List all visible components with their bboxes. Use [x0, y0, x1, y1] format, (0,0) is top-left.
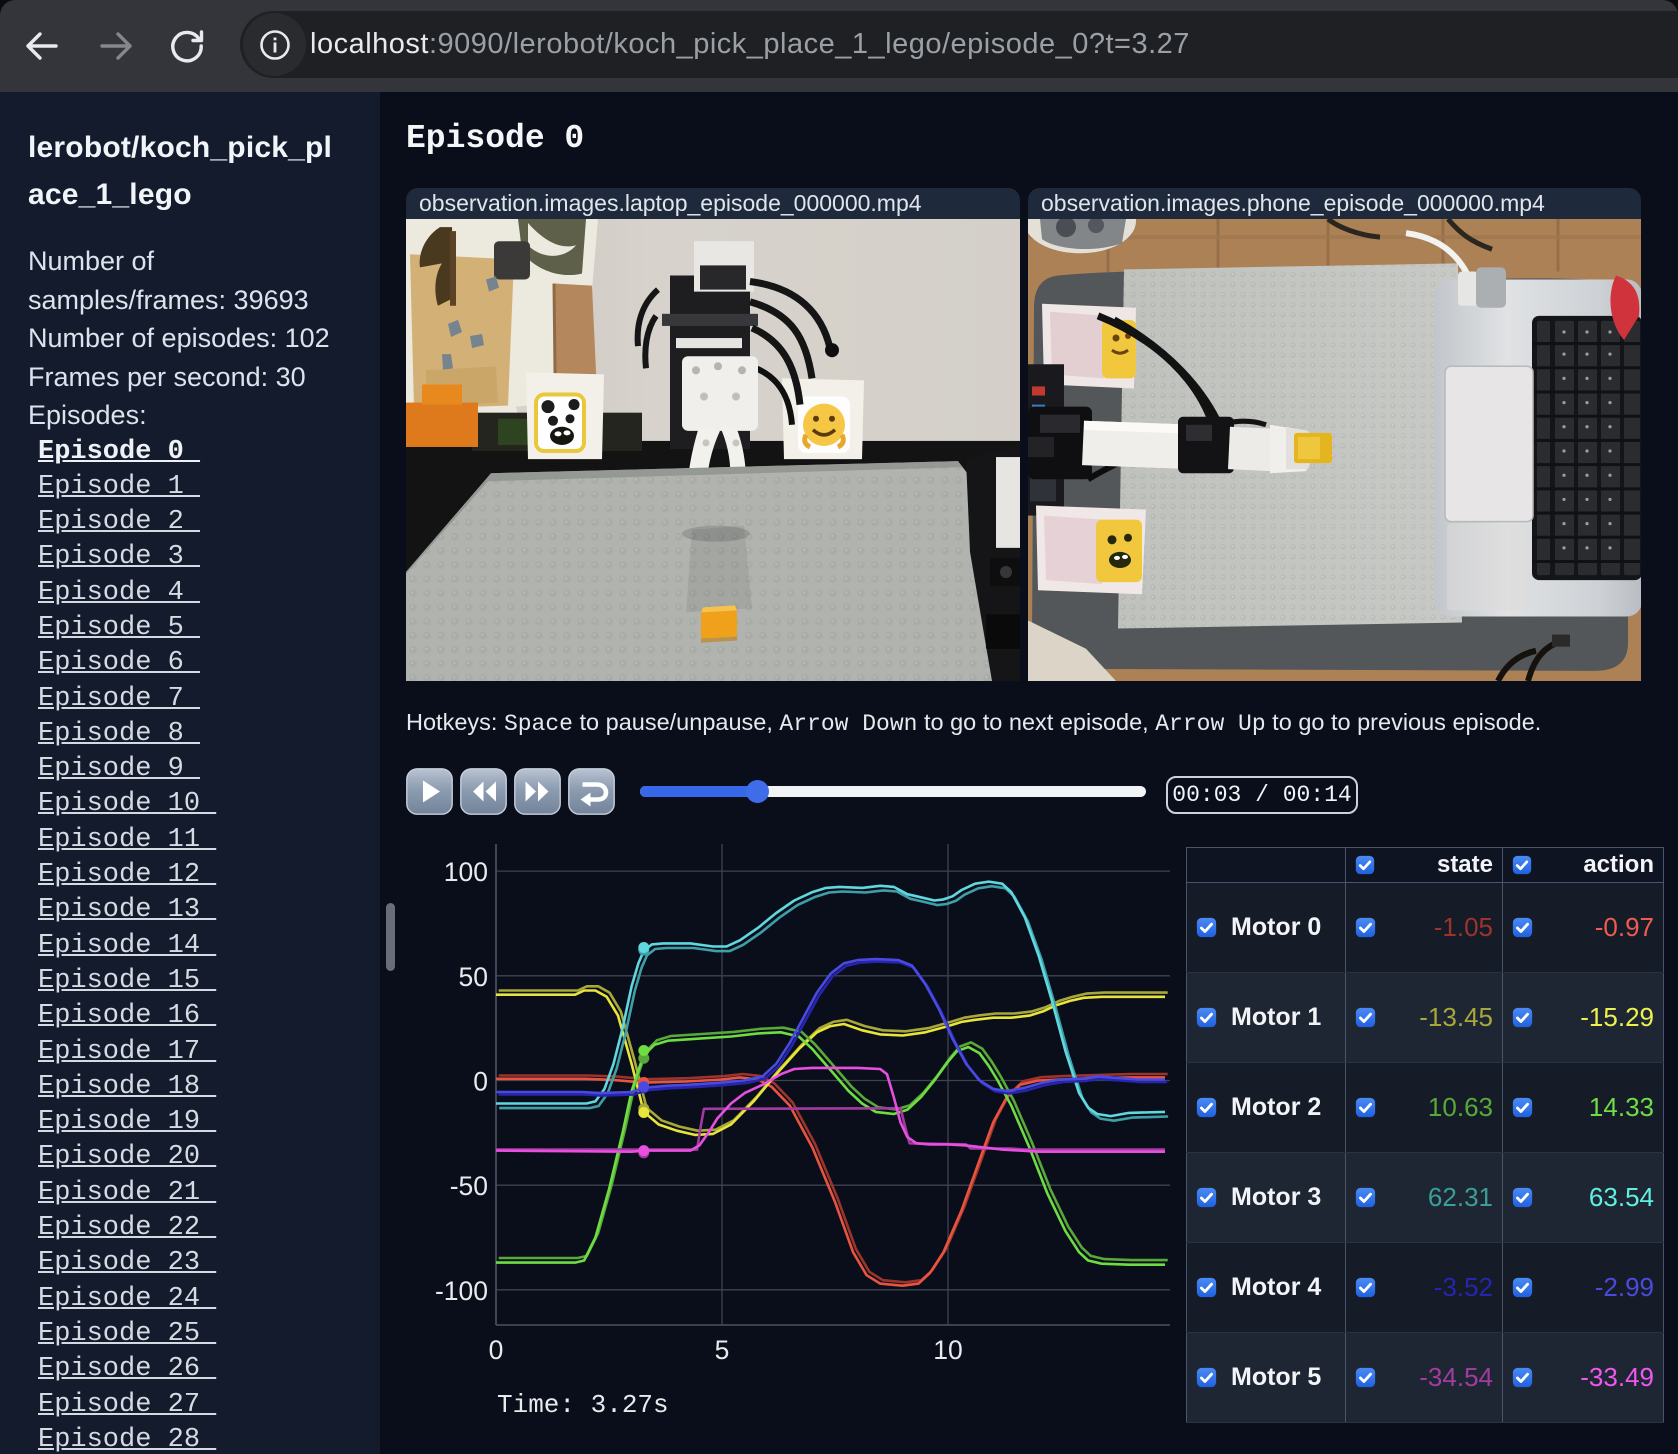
svg-text:10: 10: [933, 1335, 962, 1365]
svg-text:50: 50: [459, 962, 488, 992]
svg-text:100: 100: [444, 857, 488, 887]
svg-text:-100: -100: [435, 1276, 488, 1306]
svg-text:-50: -50: [450, 1171, 488, 1201]
svg-text:0: 0: [489, 1335, 504, 1365]
svg-text:5: 5: [715, 1335, 730, 1365]
svg-text:0: 0: [473, 1067, 488, 1097]
